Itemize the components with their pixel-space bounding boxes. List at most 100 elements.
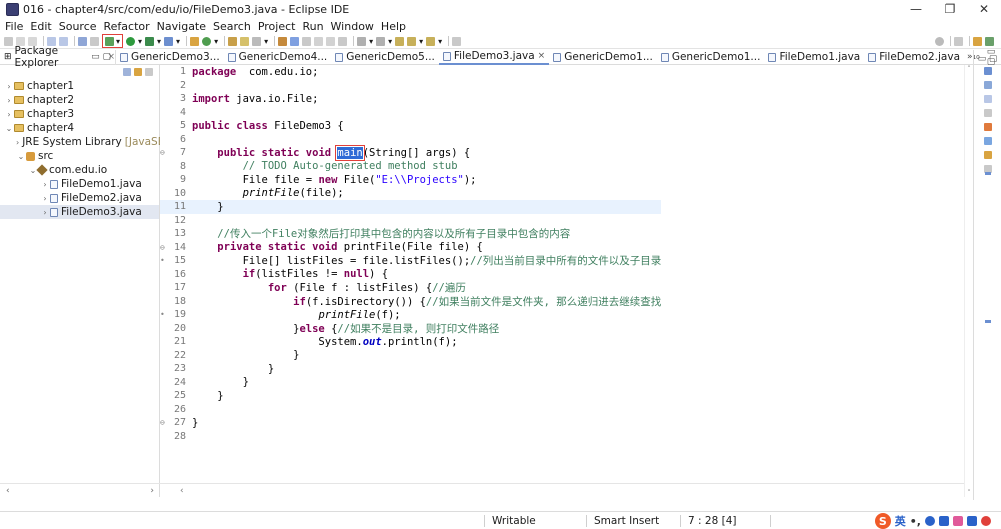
menu-search[interactable]: Search [213,20,251,33]
tree-item[interactable]: › chapter2 [0,93,159,107]
tree-item[interactable]: › FileDemo3.java [0,205,159,219]
collapse-all-icon[interactable] [123,68,131,76]
code-line[interactable]: 24 } [160,376,661,390]
chevron-down-icon[interactable]: ⌄ [4,124,14,133]
code-line[interactable]: 20 }else {//如果不是目录, 则打印文件路径 [160,322,661,336]
editor-tab[interactable]: FileDemo3.java × [438,49,550,65]
minimize-button[interactable]: — [899,0,933,18]
chevron-right-icon[interactable]: › [40,194,50,203]
code-line[interactable]: 12 [160,214,661,228]
keyboard-icon[interactable] [939,516,949,526]
pin-editor-icon[interactable] [452,36,462,46]
chevron-down-icon[interactable]: ▾ [264,37,268,46]
code-line[interactable]: ⊖ 14 private static void printFile(File f… [160,241,661,255]
sogou-ime-logo[interactable]: S [874,513,891,529]
code-line[interactable]: 2 [160,79,661,93]
editor-tab[interactable]: GenericDemo4... [224,50,332,65]
search-icon[interactable] [935,36,944,46]
open-perspective-icon[interactable] [954,36,963,46]
menu-edit[interactable]: Edit [30,20,51,33]
code-line[interactable]: 25 } [160,389,661,403]
code-line[interactable]: 8 // TODO Auto-generated method stub [160,160,661,174]
chevron-down-icon[interactable]: ▾ [369,37,373,46]
menu-refactor[interactable]: Refactor [104,20,150,33]
editor-vertical-scrollbar[interactable]: ˄ ˅ [964,65,973,497]
declaration-icon[interactable] [983,123,992,131]
chevron-down-icon[interactable]: ▾ [214,37,218,46]
code-line[interactable]: 3 import java.io.File; [160,92,661,106]
code-line[interactable]: 18 if(f.isDirectory()) {//如果当前文件是文件夹, 那么… [160,295,661,309]
code-line[interactable]: 16 if(listFiles != null) { [160,268,661,282]
restore-button[interactable]: ❐ [933,0,967,18]
external-tools-icon[interactable] [164,36,174,46]
editor-tab[interactable]: FileDemo1.java [764,50,864,65]
tree-item[interactable]: › FileDemo1.java [0,177,159,191]
open-type-icon[interactable] [228,36,238,46]
tree-item[interactable]: ⌄ src [0,149,159,163]
view-menu-icon[interactable] [145,68,153,76]
code-line[interactable]: 6 [160,133,661,147]
chevron-down-icon[interactable]: ▾ [176,37,180,46]
chevron-right-icon[interactable]: › [4,110,14,119]
chevron-right-icon[interactable]: › [40,208,50,217]
next-annotation-icon[interactable] [357,36,367,46]
scroll-right-icon[interactable]: › [150,486,154,496]
overview-ruler-mark[interactable] [985,172,991,175]
code-line[interactable]: • 15 File[] listFiles = file.listFiles();… [160,254,661,268]
new-class-icon[interactable] [202,36,212,46]
tree-item[interactable]: ⌄ chapter4 [0,121,159,135]
menu-source[interactable]: Source [59,20,97,33]
chevron-down-icon[interactable]: ▾ [138,37,142,46]
ime-menu-icon[interactable] [981,516,991,526]
minimize-maximize-icon[interactable]: ▭ ▢ [91,52,111,62]
microphone-icon[interactable] [925,516,935,526]
back-icon[interactable] [407,36,417,46]
code-line[interactable]: 21 System.out.println(f); [160,335,661,349]
code-line[interactable]: 22 } [160,349,661,363]
insert-mode-status[interactable]: Smart Insert [594,515,659,527]
chevron-right-icon[interactable]: › [4,82,14,91]
chevron-right-icon[interactable]: › [16,138,19,147]
toggle-breadcrumb-icon[interactable] [290,36,300,46]
skin-icon[interactable] [953,516,963,526]
cursor-position-status[interactable]: 7 : 28 [4] [688,515,736,527]
code-line[interactable]: 11 } [160,200,662,214]
javadoc-icon[interactable] [983,109,992,117]
code-line[interactable]: 17 for (File f : listFiles) {//遍历 [160,281,661,295]
show-whitespace-icon[interactable] [326,36,336,46]
code-line[interactable]: 26 [160,403,661,417]
chevron-right-icon[interactable]: › [40,180,50,189]
word-wrap-icon[interactable] [302,36,312,46]
editor-tab[interactable]: GenericDemo1... [549,50,657,65]
open-task-icon[interactable] [240,36,250,46]
debug-button-highlighted[interactable]: ▾ [102,34,124,48]
code-editor[interactable]: 1 package com.edu.io; 2 3 import java.io.Fil… [160,65,964,497]
menu-window[interactable]: Window [331,20,374,33]
menu-run[interactable]: Run [302,20,323,33]
tree-item[interactable]: › JRE System Library [JavaSE [0,135,164,149]
menu-help[interactable]: Help [381,20,406,33]
code-line[interactable]: 13 //传入一个File对象然后打印其中包含的内容以及所有子目录中包含的内容 [160,227,661,241]
last-edit-icon[interactable] [395,36,405,46]
previous-annotation-icon[interactable] [376,36,386,46]
chevron-down-icon[interactable]: ▾ [157,37,161,46]
chevron-down-icon[interactable]: ▾ [388,37,392,46]
tree-item[interactable]: › FileDemo2.java [0,191,159,205]
forward-icon[interactable] [426,36,436,46]
code-line[interactable]: 23 } [160,362,661,376]
overview-ruler-mark[interactable] [985,320,991,323]
code-line[interactable]: 5 public class FileDemo3 { [160,119,661,133]
menu-project[interactable]: Project [258,20,296,33]
debug-perspective-icon[interactable] [985,36,994,46]
toolbox-icon[interactable] [967,516,977,526]
new-icon[interactable] [4,36,13,46]
editor-tab[interactable]: GenericDemo3... [116,50,224,65]
close-icon[interactable]: × [538,51,546,61]
link-with-editor-icon[interactable] [134,68,142,76]
code-line[interactable]: ⊖ 7 public static void main(String[] args… [160,144,661,161]
ime-punctuation-toggle[interactable]: •, [910,515,921,528]
pilcrow-icon[interactable] [338,36,348,46]
tree-item[interactable]: ⌄ com.edu.io [0,163,159,177]
ime-language-toggle[interactable]: 英 [895,513,906,529]
code-line[interactable]: 10 printFile(file); [160,187,661,201]
